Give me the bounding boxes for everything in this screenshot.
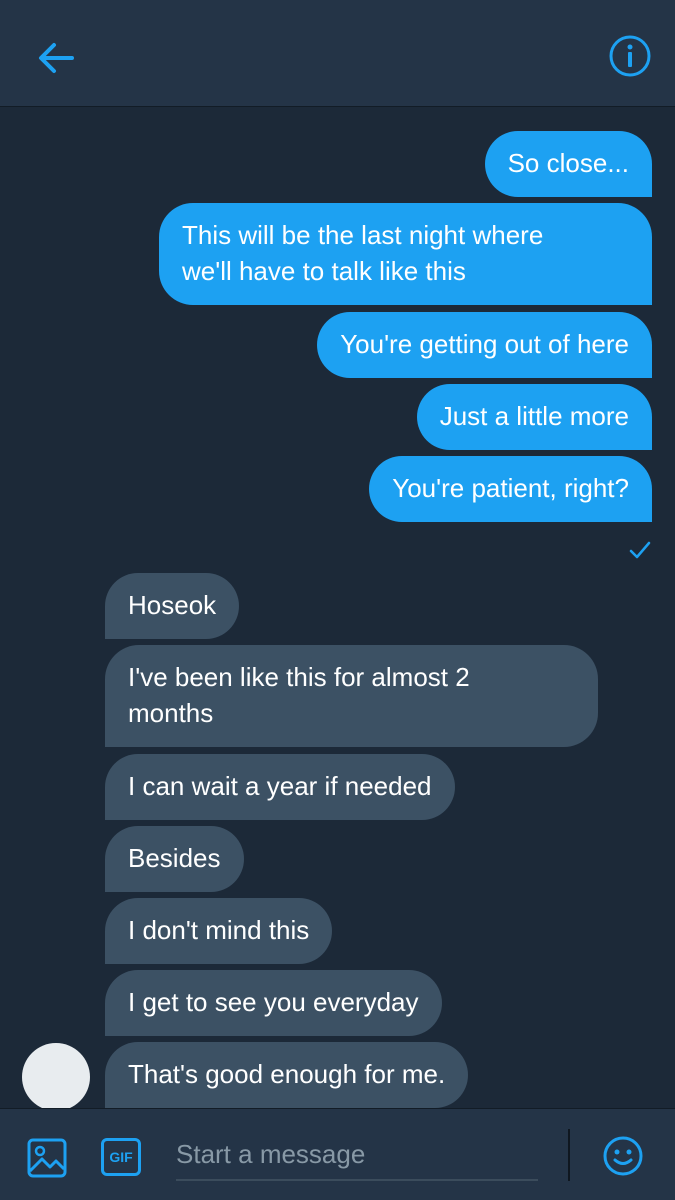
back-button[interactable]: [34, 36, 78, 80]
add-image-button[interactable]: [26, 1137, 68, 1179]
received-message[interactable]: Hoseok: [105, 573, 240, 639]
received-message[interactable]: I can wait a year if needed: [105, 754, 455, 820]
message-text: I've been like this for almost 2: [128, 662, 470, 692]
sent-message[interactable]: Just a little more: [416, 384, 652, 450]
message-text: You're patient, right?: [392, 473, 629, 503]
message-text: I don't mind this: [128, 915, 310, 945]
message-text: I can wait a year if needed: [128, 771, 432, 801]
sent-message[interactable]: This will be the last night where we'll …: [159, 203, 652, 305]
info-button[interactable]: [608, 34, 652, 78]
sent-message[interactable]: You're patient, right?: [369, 456, 652, 522]
message-text: Besides: [128, 843, 221, 873]
message-text: Hoseok: [128, 590, 217, 620]
message-text: Just a little more: [439, 401, 629, 431]
message-thread[interactable]: So close... This will be the last night …: [0, 108, 675, 1108]
conversation-header: [0, 0, 675, 107]
emoji-button[interactable]: [602, 1135, 644, 1177]
read-check-icon: [629, 541, 651, 559]
message-text: This will be the last night where: [182, 220, 544, 250]
sent-message[interactable]: So close...: [484, 131, 652, 197]
received-message[interactable]: I get to see you everyday: [105, 970, 442, 1036]
message-text: That's good enough for me.: [128, 1059, 446, 1089]
image-icon: [27, 1138, 67, 1178]
received-message[interactable]: Besides: [105, 826, 244, 892]
received-message[interactable]: I've been like this for almost 2 months: [105, 645, 598, 747]
message-text: So close...: [507, 148, 629, 178]
received-message[interactable]: That's good enough for me.: [105, 1042, 469, 1108]
message-text: I get to see you everyday: [128, 987, 419, 1017]
smiley-icon: [603, 1136, 643, 1176]
avatar[interactable]: [22, 1043, 90, 1108]
message-text: we'll have to talk like this: [182, 256, 466, 286]
message-composer: GIF: [0, 1108, 675, 1200]
sent-message[interactable]: You're getting out of here: [317, 312, 652, 378]
message-input[interactable]: [176, 1129, 538, 1181]
received-message[interactable]: I don't mind this: [105, 898, 333, 964]
message-text: You're getting out of here: [340, 329, 629, 359]
composer-divider: [568, 1129, 570, 1181]
arrow-left-icon: [39, 43, 74, 73]
gif-button[interactable]: GIF: [101, 1138, 141, 1176]
message-text: months: [128, 698, 214, 728]
info-circle-icon: [609, 35, 651, 77]
